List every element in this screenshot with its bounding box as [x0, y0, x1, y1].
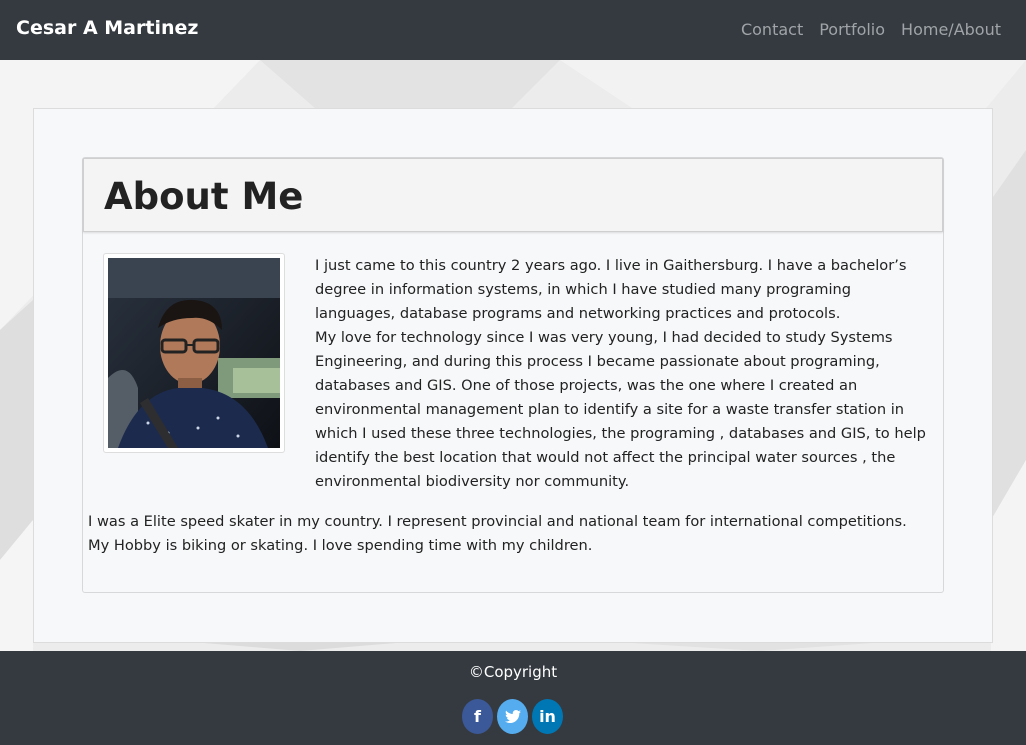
twitter-bird-icon — [504, 709, 521, 723]
profile-photo — [108, 258, 280, 448]
bio-paragraph-3: I was a Elite speed skater in my country… — [88, 513, 907, 554]
bio-paragraph-1: I just came to this country 2 years ago.… — [315, 257, 907, 322]
nav-link-contact[interactable]: Contact — [741, 20, 803, 39]
bio-text: I just came to this country 2 years ago.… — [315, 254, 927, 494]
linkedin-glyph: in — [539, 707, 556, 726]
facebook-glyph: f — [474, 707, 481, 726]
brand-name[interactable]: Cesar A Martinez — [16, 17, 198, 39]
nav-link-portfolio[interactable]: Portfolio — [819, 20, 885, 39]
twitter-icon[interactable] — [497, 699, 528, 734]
about-card-header: About Me — [83, 158, 943, 232]
nav-links: Contact Portfolio Home/About — [741, 20, 1001, 39]
social-links: f in — [462, 699, 563, 734]
main-jumbotron: About Me I just came to this country 2 y… — [33, 108, 993, 643]
nav-link-home-about[interactable]: Home/About — [901, 20, 1001, 39]
facebook-icon[interactable]: f — [462, 699, 493, 734]
profile-photo-frame — [103, 253, 285, 453]
about-card: About Me I just came to this country 2 y… — [82, 157, 944, 593]
copyright-text: ©Copyright — [468, 663, 558, 681]
footer: ©Copyright f in — [0, 651, 1026, 745]
about-title: About Me — [104, 175, 304, 218]
navbar: Cesar A Martinez Contact Portfolio Home/… — [0, 0, 1026, 60]
linkedin-icon[interactable]: in — [532, 699, 563, 734]
bio-paragraph-2: My love for technology since I was very … — [315, 329, 926, 490]
